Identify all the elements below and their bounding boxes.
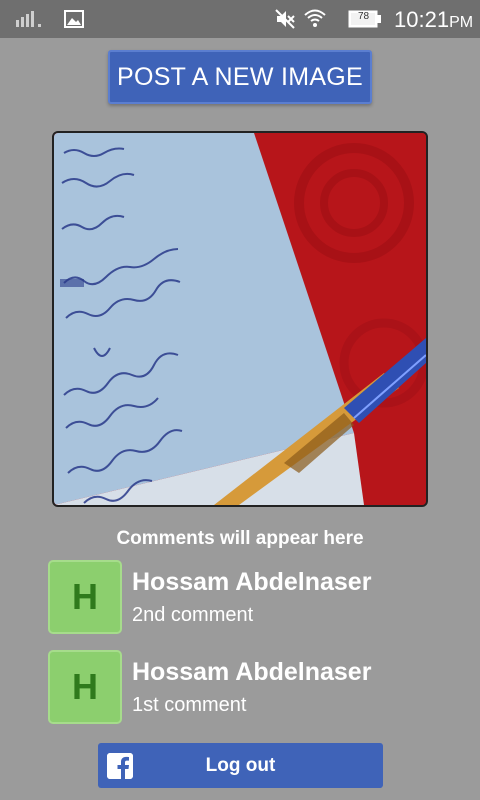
logout-button[interactable]: Log out: [98, 743, 383, 788]
mute-icon: [275, 9, 295, 29]
battery-icon: 78: [348, 10, 382, 28]
comment-author: Hossam Abdelnaser: [132, 658, 372, 686]
comment-text: 1st comment: [132, 694, 247, 716]
battery-level: 78: [358, 11, 370, 22]
comments-heading: Comments will appear here: [116, 528, 364, 549]
clock-ampm: PM: [449, 14, 474, 31]
posted-image: [52, 131, 428, 507]
comment-item: H Hossam Abdelnaser 2nd comment: [48, 560, 468, 634]
avatar: H: [48, 560, 122, 634]
wifi-icon: [304, 9, 326, 27]
comment-item: H Hossam Abdelnaser 1st comment: [48, 650, 468, 724]
clock: 10:21PM: [394, 7, 473, 33]
gallery-icon: [64, 10, 84, 28]
logout-label: Log out: [205, 755, 276, 776]
post-new-image-button[interactable]: POST A NEW IMAGE: [108, 50, 372, 104]
comment-author: Hossam Abdelnaser: [132, 568, 372, 596]
comment-text: 2nd comment: [132, 604, 254, 626]
avatar: H: [48, 650, 122, 724]
status-bar: 78 10:21PM: [0, 0, 480, 38]
signal-icon: [16, 11, 41, 27]
clock-time: 10:21: [394, 7, 450, 32]
